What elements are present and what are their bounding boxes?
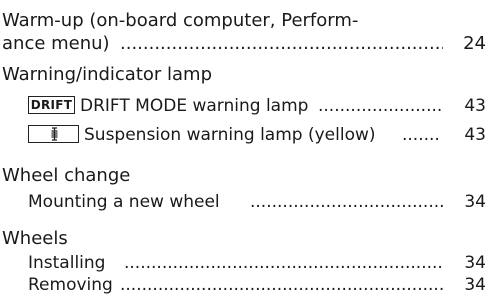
entry-heading: Wheel change: [2, 165, 131, 186]
leader-dots: ........................................…: [120, 33, 443, 54]
index-subentry-mounting: Mounting a new wheel ...................…: [0, 189, 489, 215]
page-number: 24: [463, 33, 486, 54]
page-number: 34: [464, 192, 486, 212]
entry-heading: ance menu): [2, 33, 110, 54]
index-subentry-drift: DRIFT DRIFT MODE warning lamp ..........…: [0, 93, 489, 119]
leader-dots: ........: [402, 125, 441, 145]
subentry-text: Removing: [28, 275, 113, 295]
leader-dots: ........................................…: [120, 275, 443, 295]
entry-heading: Warning/indicator lamp: [2, 64, 213, 85]
subentry-text: DRIFT MODE warning lamp: [80, 96, 309, 116]
index-entry-warning-lamp: Warning/indicator lamp: [0, 62, 489, 88]
suspension-icon: [51, 127, 58, 141]
drift-badge: DRIFT: [28, 96, 75, 114]
entry-heading: Wheels: [2, 228, 68, 249]
subentry-text: Mounting a new wheel: [28, 192, 220, 212]
index-subentry-suspension: Suspension warning lamp (yellow) .......…: [0, 122, 489, 148]
suspension-warning-icon: [28, 125, 79, 143]
index-entry-wheels: Wheels: [0, 226, 489, 252]
leader-dots: ........................................: [250, 192, 443, 212]
page-number: 43: [464, 96, 486, 116]
index-entry-wheel-change: Wheel change: [0, 163, 489, 189]
leader-dots: ...........................: [318, 96, 443, 116]
page-number: 34: [464, 275, 486, 295]
index-subentry-removing: Removing ...............................…: [0, 272, 489, 298]
index-entry-warmup-cont: ance menu) .............................…: [0, 31, 489, 57]
page-number: 43: [464, 125, 486, 145]
subentry-text: Suspension warning lamp (yellow): [84, 125, 376, 145]
